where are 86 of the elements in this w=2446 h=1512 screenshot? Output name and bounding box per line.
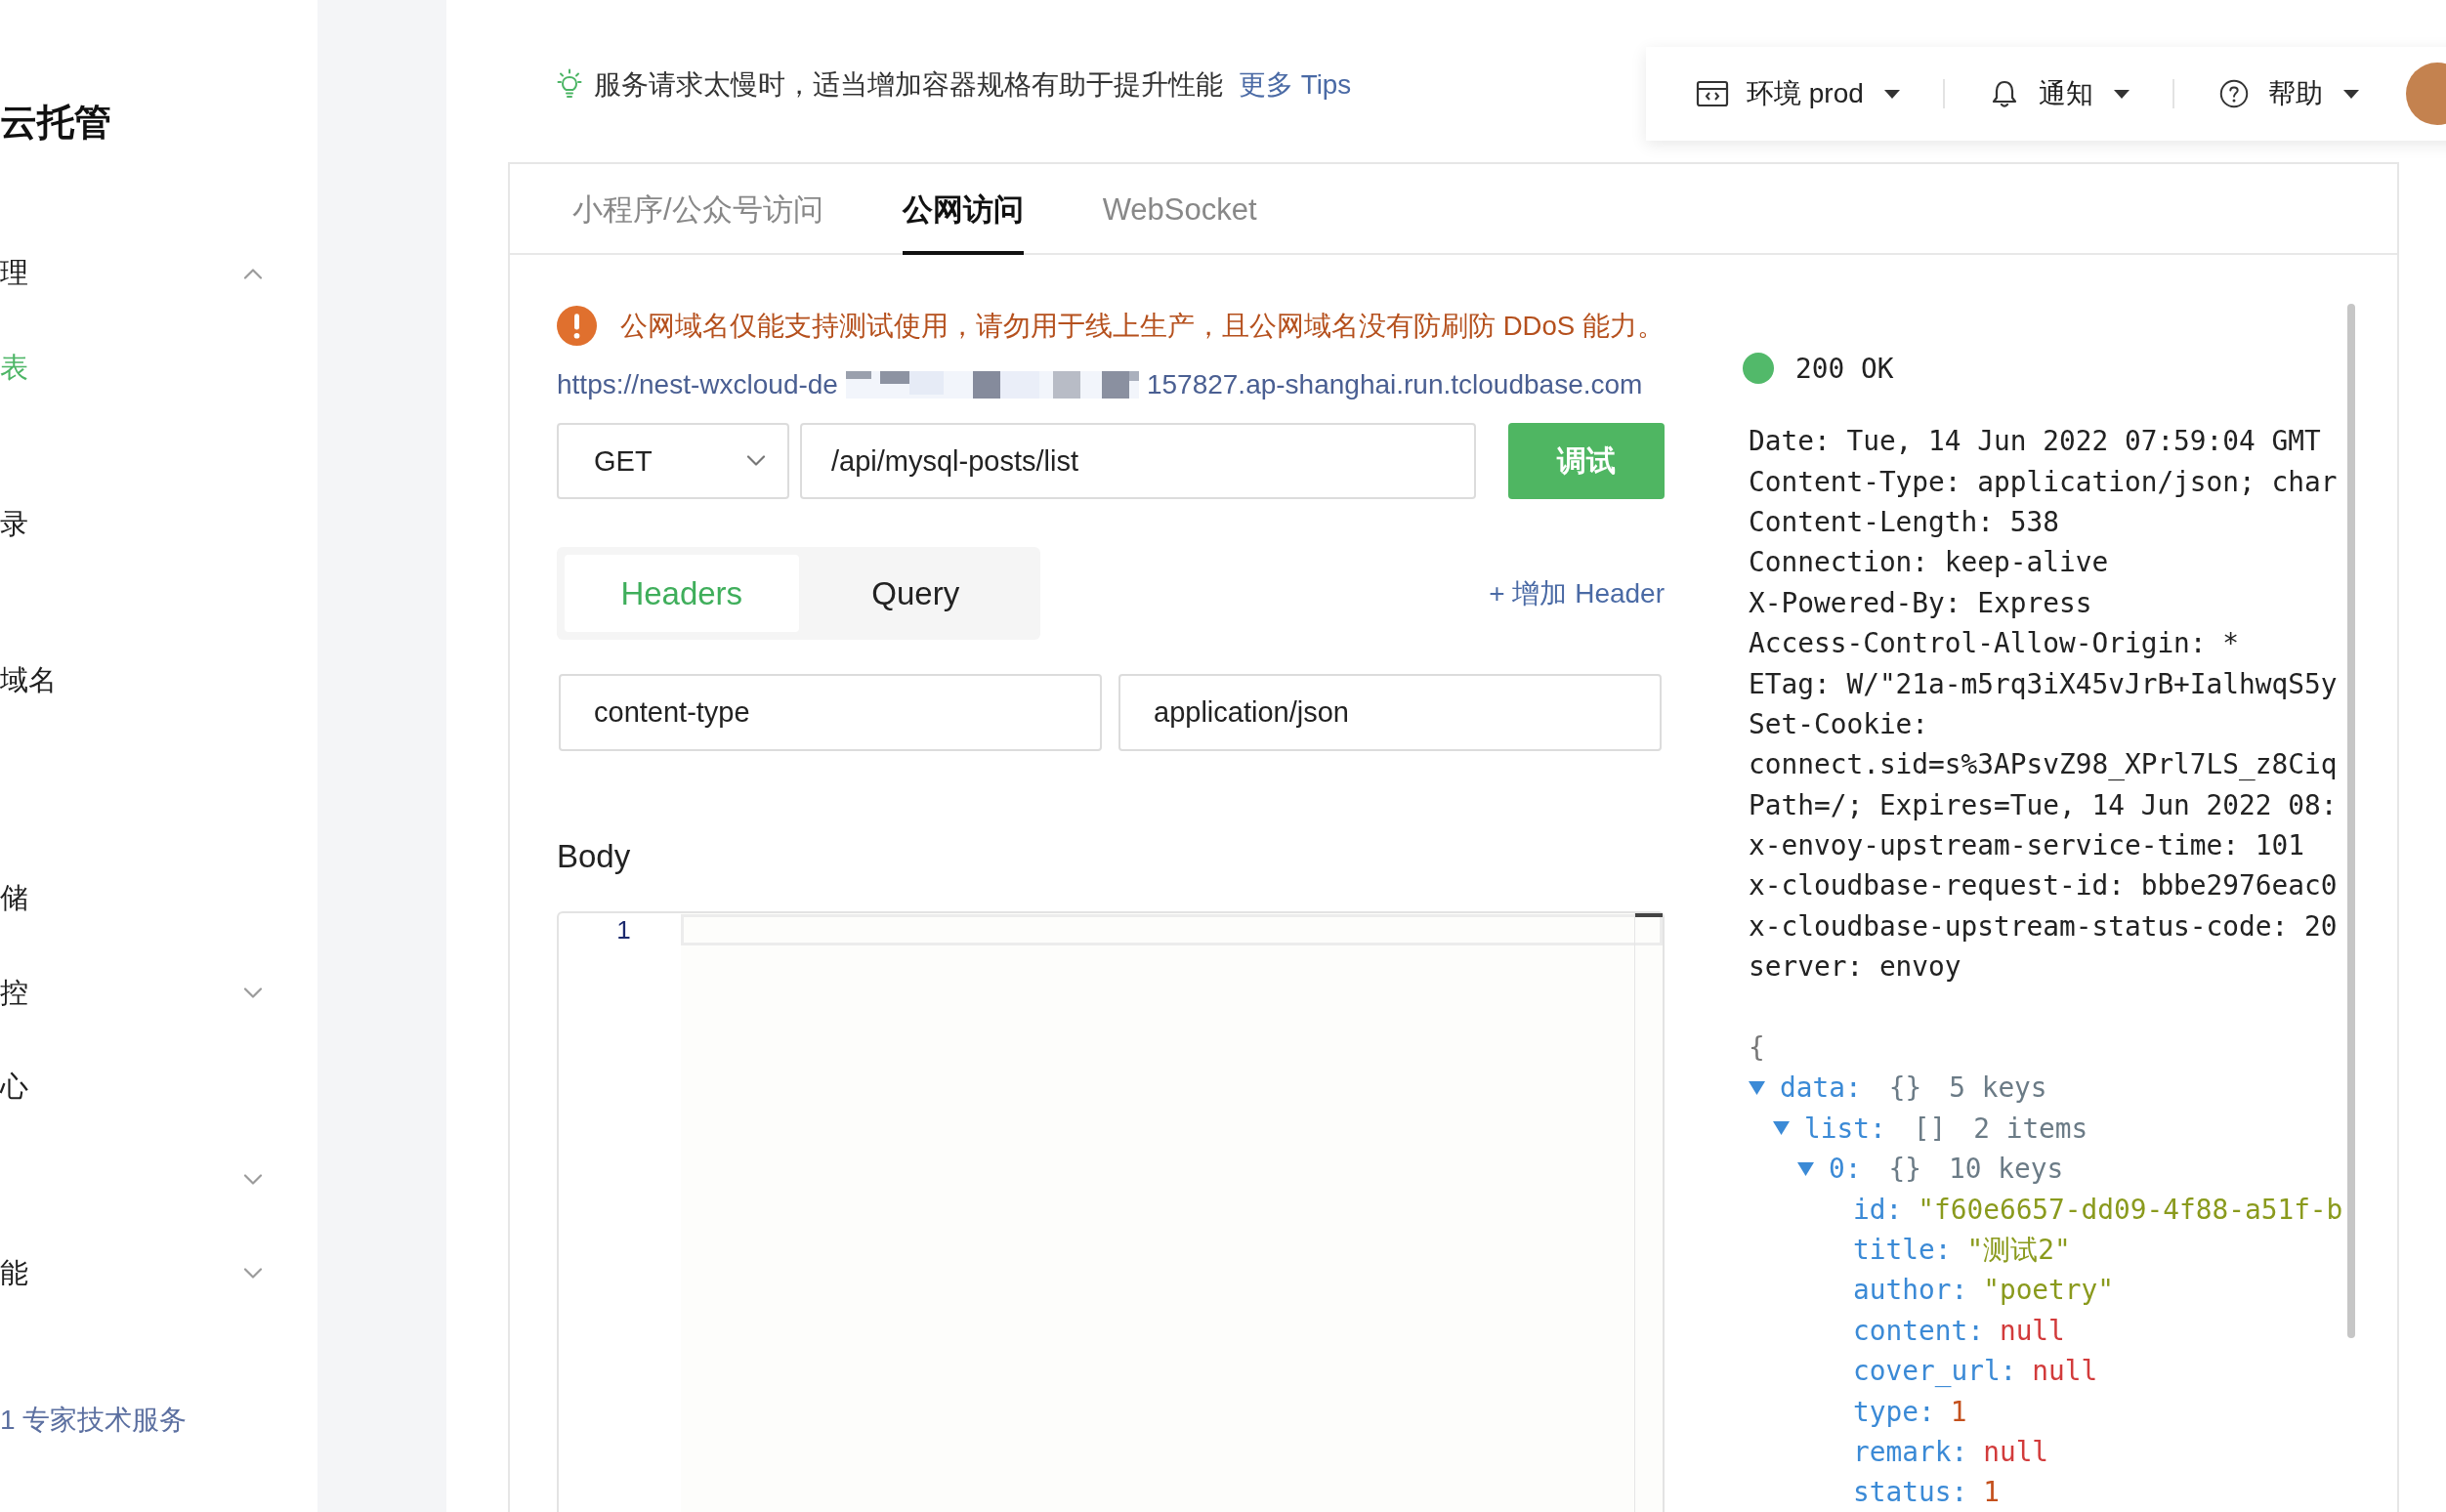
json-type-mark: [] [1913,1112,1947,1145]
lightbulb-icon [557,68,582,100]
json-key: id: [1853,1193,1903,1226]
response-header-line: x-envoy-upstream-service-time: 101 [1749,829,2304,862]
environment-menu[interactable]: 环境 prod [1696,75,1900,112]
json-brace: { [1749,1031,1765,1065]
response-header-line: Path=/; Expires=Tue, 14 Jun 2022 08: [1749,788,2338,821]
body-label: Body [557,837,631,876]
chevron-down-icon [746,455,766,467]
line-number: 1 [616,914,631,945]
header-value-input[interactable]: application/json [1118,674,1662,751]
sidebar-item[interactable]: 域名 [0,651,57,710]
scrollbar[interactable] [2347,304,2355,1338]
sidebar-item[interactable]: 理 [0,244,263,303]
tab[interactable]: 公网访问 [902,164,1024,255]
url-suffix[interactable]: 157827.ap-shanghai.run.tcloudbase.com [1146,369,1643,400]
sidebar-item[interactable]: 心 [0,1058,28,1116]
response-header-line: Content-Length: 538 [1749,505,2059,538]
json-type-mark: {} [1888,1071,1922,1105]
path-input[interactable]: /api/mysql-posts/list [800,423,1476,499]
body-editor[interactable]: 1 [557,911,1665,1512]
json-key: title: [1853,1234,1952,1266]
response-header-line: Set-Cookie: [1749,707,1929,740]
warning-text: 公网域名仅能支持测试使用，请勿用于线上生产，且公网域名没有防刷防 DDoS 能力。 [620,310,1665,343]
code-window-icon [1696,79,1729,108]
json-value: null [1983,1435,2049,1468]
sidebar-item[interactable]: 储 [0,869,28,928]
response-header-line: Connection: keep-alive [1749,546,2109,579]
json-key: remark: [1853,1435,1968,1468]
json-key: 0: [1829,1153,1862,1186]
response-header-line: Content-Type: application/json; char [1749,465,2338,498]
response-header-line: X-Powered-By: Express [1749,586,2092,619]
header-key-input[interactable]: content-type [559,674,1102,751]
url-prefix[interactable]: https://nest-wxcloud-de [557,369,838,400]
json-key: list: [1804,1112,1886,1145]
json-key: cover_url: [1853,1355,2017,1388]
response-header-line: server: envoy [1749,950,1961,984]
chevron-down-icon[interactable] [243,987,263,999]
tab[interactable]: Query [798,555,1033,632]
notifications-menu[interactable]: 通知 [1987,75,2130,112]
tab[interactable]: WebSocket [1102,164,1257,255]
json-summary: 5 keys [1949,1071,2047,1105]
cursor-marker [1635,913,1663,917]
json-value: "poetry" [1983,1274,2115,1307]
json-key: status: [1853,1476,1968,1509]
json-key: type: [1853,1395,1935,1428]
warning-icon [557,306,597,346]
response-header-line: x-cloudbase-request-id: bbbe2976eac0 [1749,869,2338,903]
triangle-down-icon[interactable] [1749,1080,1765,1095]
json-key: content: [1853,1314,1984,1347]
status-text: 200 OK [1795,352,1894,385]
app-title: 云托管 [0,101,111,145]
json-summary: 2 items [1973,1112,2088,1145]
response-header-line: Date: Tue, 14 Jun 2022 07:59:04 GMT [1749,425,2321,458]
json-key: data: [1780,1071,1862,1105]
triangle-down-icon[interactable] [1773,1121,1790,1136]
sidebar-item[interactable]: 控 [0,964,263,1023]
more-tips-link[interactable]: 更多 Tips [1239,65,1352,103]
json-key: author: [1853,1274,1968,1307]
sidebar-item[interactable]: 能 [0,1244,263,1303]
triangle-down-icon[interactable] [1797,1161,1814,1176]
json-value: 1 [1950,1395,1967,1428]
caret-down-icon [2342,89,2359,99]
expert-service-link[interactable]: 1 专家技术服务 [0,1401,188,1440]
json-summary: 10 keys [1948,1153,2064,1186]
method-select[interactable]: GET [557,423,789,499]
sidebar-item[interactable]: 录 [0,495,28,554]
response-header-line: ETag: W/"21a-m5rq3iX45vJrB+IalhwqS5y [1749,667,2338,700]
chevron-down-icon[interactable] [243,1174,263,1186]
chevron-up-icon[interactable] [243,268,263,279]
json-type-mark: {} [1888,1153,1921,1186]
response-header-line: connect.sid=s%3APsvZ98_XPrl7LS_z8Ciq [1749,748,2338,781]
caret-down-icon [1883,89,1900,99]
tab[interactable]: 小程序/公众号访问 [572,164,823,255]
json-value: null [1999,1314,2065,1347]
chevron-down-icon[interactable] [243,1268,263,1280]
response-header-line: x-cloudbase-upstream-status-code: 20 [1749,909,2338,943]
tip-text: 服务请求太慢时，适当增加容器规格有助于提升性能 [594,67,1223,102]
json-value: 1 [1983,1476,2000,1509]
json-value: null [2032,1355,2098,1388]
caret-down-icon [2113,89,2130,99]
add-header-link[interactable]: + 增加 Header [1489,574,1665,612]
response-header-line: Access-Control-Allow-Origin: * [1749,627,2240,660]
json-value: "测试2" [1966,1233,2071,1268]
json-value: "f60e6657-dd09-4f88-a51f-b [1918,1193,2343,1226]
help-menu[interactable]: 帮助 [2216,75,2359,112]
